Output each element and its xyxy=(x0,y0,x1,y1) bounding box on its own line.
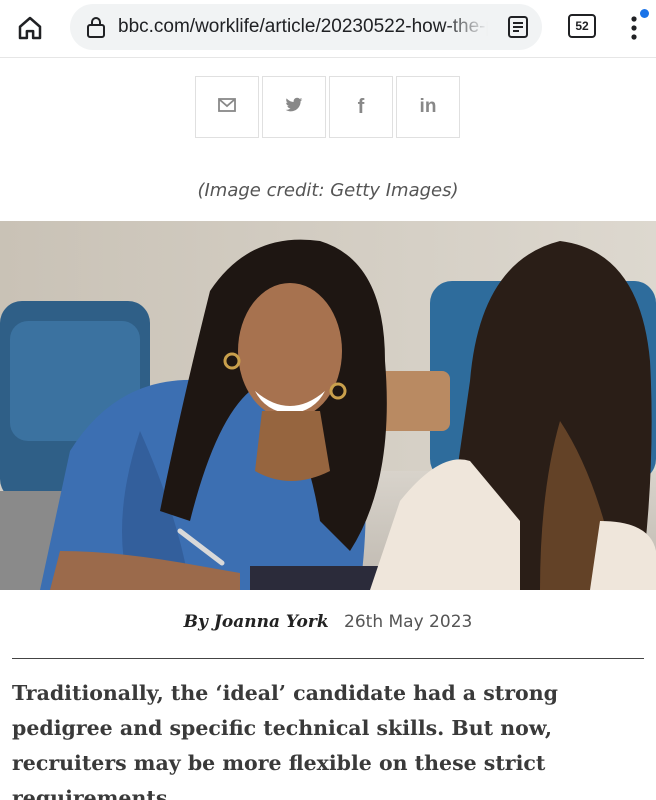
byline: By Joanna York 26th May 2023 xyxy=(0,612,656,632)
share-facebook-button[interactable]: f xyxy=(329,76,393,138)
image-credit: (Image credit: Getty Images) xyxy=(197,180,459,201)
tab-switcher-button[interactable]: 52 xyxy=(568,14,596,38)
publish-date: 26th May 2023 xyxy=(344,612,473,632)
linkedin-icon: in xyxy=(419,96,437,117)
share-twitter-button[interactable] xyxy=(262,76,326,138)
share-bar: f in xyxy=(195,76,460,138)
article-standfirst: Traditionally, the ‘ideal’ candidate had… xyxy=(12,681,558,800)
home-icon[interactable] xyxy=(12,10,48,46)
url-text[interactable]: bbc.com/worklife/article/20230522-how-th… xyxy=(118,16,488,38)
reader-mode-icon[interactable] xyxy=(506,15,530,39)
address-bar[interactable]: bbc.com/worklife/article/20230522-how-th… xyxy=(70,4,542,50)
lock-icon[interactable] xyxy=(84,15,108,39)
facebook-icon: f xyxy=(357,95,365,118)
author-name[interactable]: By Joanna York xyxy=(184,612,329,632)
share-email-button[interactable] xyxy=(195,76,259,138)
share-linkedin-button[interactable]: in xyxy=(396,76,460,138)
mail-icon xyxy=(218,97,236,117)
divider xyxy=(12,658,644,659)
notification-dot xyxy=(640,9,649,18)
browser-toolbar: bbc.com/worklife/article/20230522-how-th… xyxy=(0,0,656,58)
twitter-icon xyxy=(285,97,303,117)
article-photo xyxy=(0,221,656,590)
